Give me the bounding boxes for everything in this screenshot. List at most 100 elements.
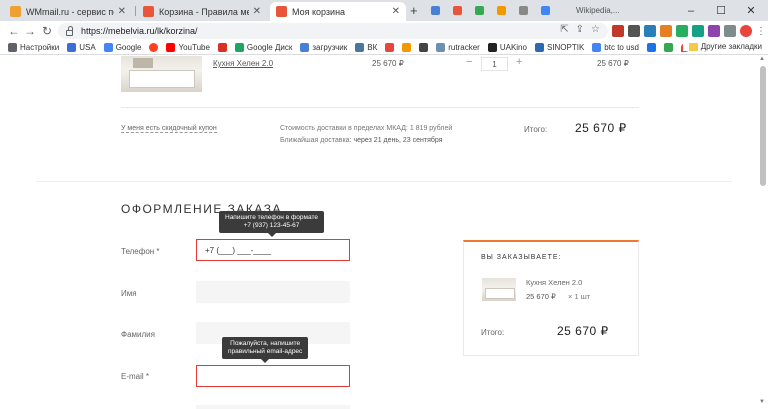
back-arrow-icon[interactable]: ← — [6, 23, 22, 39]
google-icon — [103, 43, 113, 52]
bookmarks-bar: Настройки USA Google YouTube Google Диск… — [0, 41, 768, 55]
cart-total-label: Итого: — [524, 125, 548, 134]
folder-icon — [688, 42, 698, 51]
phone-input[interactable]: +7 (___) ___-____ — [196, 239, 350, 261]
mebel-favicon-icon — [143, 6, 154, 17]
tab-favicon-icon — [519, 6, 528, 15]
phone-input-value: +7 (___) ___-____ — [205, 245, 272, 255]
extension-icon[interactable] — [676, 25, 688, 37]
bookmark-item[interactable]: ВК — [355, 43, 377, 52]
url-text: https://mebelvia.ru/lk/korzina/ — [81, 26, 198, 36]
close-icon[interactable]: ✕ — [392, 6, 400, 17]
pinned-tab[interactable] — [492, 4, 511, 17]
bookmark-item[interactable] — [149, 43, 159, 52]
bookmark-item[interactable] — [402, 43, 412, 52]
qty-decrease-button[interactable]: − — [466, 56, 472, 68]
close-icon[interactable]: ✕ — [253, 6, 261, 17]
forward-arrow-icon[interactable]: → — [22, 23, 38, 39]
email-error-tooltip: Пожалуйста, напишите правильный email-ад… — [222, 337, 309, 363]
bookmark-item[interactable] — [646, 43, 656, 52]
email-input[interactable] — [196, 365, 350, 387]
name-input[interactable] — [196, 281, 350, 303]
tab-favicon-icon — [475, 6, 484, 15]
bookmark-item[interactable] — [385, 43, 395, 52]
close-icon[interactable]: ✕ — [118, 6, 126, 17]
pinned-tab[interactable] — [514, 4, 533, 17]
bookmark-item[interactable]: загрузчик — [300, 43, 347, 52]
yandex-icon — [149, 43, 159, 52]
tab-strip: WMmail.ru - сервис почтовых ре ✕ Корзина… — [0, 0, 768, 21]
tab-favicon-icon — [453, 6, 462, 15]
qty-increase-button[interactable]: + — [516, 56, 522, 68]
bookmark-item[interactable]: Настройки — [8, 43, 59, 52]
profile-avatar[interactable] — [740, 25, 752, 37]
menu-dots-icon[interactable]: ⋮ — [756, 26, 766, 37]
tab-title: Моя корзина — [292, 6, 346, 17]
order-item-name: Кухня Хелен 2.0 — [526, 278, 583, 287]
tab-wikipedia[interactable]: Wikipedia,... — [560, 3, 670, 18]
order-summary-card: ВЫ ЗАКАЗЫВАЕТЕ: Кухня Хелен 2.0 25 670 ₽… — [463, 240, 639, 356]
scrollbar-thumb[interactable] — [760, 66, 766, 186]
maximize-button[interactable]: ☐ — [706, 0, 736, 21]
star-icon[interactable]: ☆ — [591, 24, 600, 35]
bookmark-item[interactable]: YouTube — [166, 43, 210, 52]
quantity-input[interactable]: 1 — [481, 57, 508, 71]
share-icon[interactable]: ⇪ — [576, 24, 584, 35]
line-total: 25 670 ₽ — [597, 59, 629, 68]
coupon-link[interactable]: У меня есть скидочный купон — [121, 125, 217, 133]
mebel-favicon-icon — [276, 6, 287, 17]
minimize-button[interactable]: – — [676, 0, 706, 21]
scroll-down-arrow-icon[interactable]: ▼ — [759, 399, 765, 405]
bookmark-item[interactable] — [663, 43, 673, 52]
pinned-tab[interactable] — [536, 4, 555, 17]
new-tab-button[interactable]: + — [410, 3, 418, 18]
pinned-tab[interactable] — [470, 4, 489, 17]
next-input[interactable] — [196, 405, 350, 409]
tab-korzina-rules[interactable]: Корзина - Правила мебели ✕ — [137, 2, 267, 21]
bookmark-item[interactable]: USA — [67, 43, 96, 52]
scroll-up-arrow-icon[interactable]: ▲ — [759, 56, 765, 62]
divider — [36, 181, 732, 182]
tab-favicon-icon — [431, 6, 440, 15]
order-summary-title: ВЫ ЗАКАЗЫВАЕТЕ: — [481, 254, 562, 261]
extension-icon[interactable] — [692, 25, 704, 37]
install-icon[interactable]: ⇱ — [560, 24, 568, 35]
bookmark-item[interactable]: SINOPTIK — [534, 43, 584, 52]
bookmark-item[interactable] — [217, 43, 227, 52]
uakino-icon — [487, 43, 497, 52]
extension-icon[interactable] — [644, 25, 656, 37]
product-image[interactable] — [121, 56, 202, 92]
puzzle-icon[interactable] — [724, 25, 736, 37]
product-name-link[interactable]: Кухня Хелен 2.0 — [213, 59, 273, 68]
lock-icon — [66, 25, 73, 36]
other-bookmarks[interactable]: Другие закладки — [682, 42, 762, 51]
tab-my-cart[interactable]: Моя корзина ✕ — [270, 2, 406, 21]
bookmark-item[interactable]: Google Диск — [234, 43, 292, 52]
bookmark-item[interactable]: rutracker — [436, 43, 480, 52]
order-total-label: Итого: — [481, 328, 505, 337]
extension-icon[interactable] — [708, 25, 720, 37]
reload-icon[interactable]: ↻ — [39, 23, 55, 39]
surname-label: Фамилия — [121, 330, 155, 339]
extension-icon[interactable] — [660, 25, 672, 37]
pinned-tab[interactable] — [426, 4, 445, 17]
pinned-tab[interactable] — [448, 4, 467, 17]
tab-wmmail[interactable]: WMmail.ru - сервис почтовых ре ✕ — [4, 2, 132, 21]
phone-error-tooltip: Напишите телефон в формате +7 (937) 123-… — [219, 211, 324, 237]
order-item-image — [482, 278, 516, 301]
bookmark-item[interactable] — [419, 43, 429, 52]
settings-icon — [8, 43, 17, 52]
close-window-button[interactable]: ✕ — [736, 0, 766, 21]
bookmark-icon — [419, 43, 429, 52]
pinned-tabs — [426, 4, 555, 17]
bookmark-icon — [385, 43, 395, 52]
extension-icon[interactable] — [612, 25, 624, 37]
delivery-date: Ближайшая доставка: через 21 день, 23 се… — [280, 137, 443, 144]
bookmark-item[interactable]: btc to usd — [592, 43, 639, 52]
address-bar[interactable]: https://mebelvia.ru/lk/korzina/ ⇱ ⇪ ☆ — [58, 23, 608, 39]
extension-icon[interactable] — [628, 25, 640, 37]
bookmark-item[interactable]: UAKino — [487, 43, 527, 52]
email-label: E-mail * — [121, 372, 150, 381]
bookmark-item[interactable]: Google — [103, 43, 141, 52]
delivery-date-value: через 21 день, 23 сентября — [353, 137, 443, 144]
